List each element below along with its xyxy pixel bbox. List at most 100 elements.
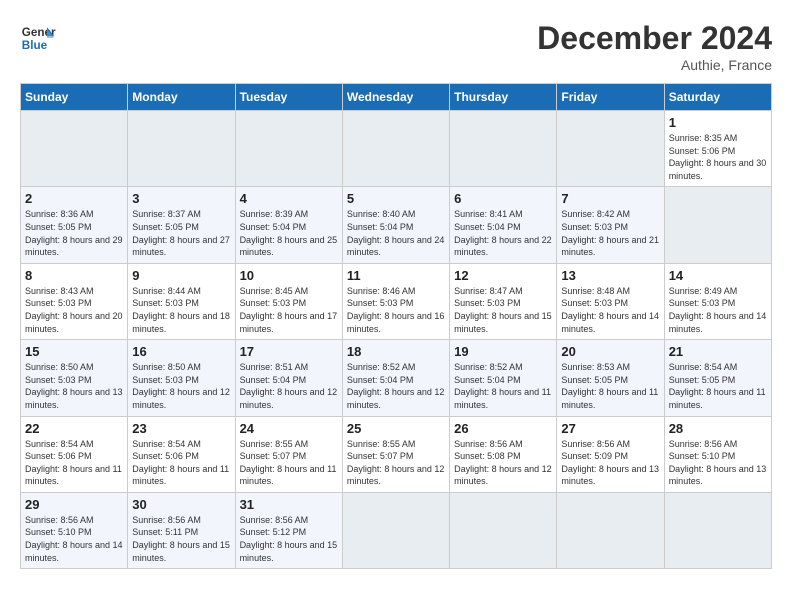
calendar-cell: 3Sunrise: 8:37 AMSunset: 5:05 PMDaylight… bbox=[128, 187, 235, 263]
day-info: Sunrise: 8:54 AMSunset: 5:05 PMDaylight:… bbox=[669, 361, 767, 411]
day-info: Sunrise: 8:56 AMSunset: 5:08 PMDaylight:… bbox=[454, 438, 552, 488]
weekday-header: Saturday bbox=[664, 84, 771, 111]
calendar-week: 2 Sunrise: 8:36 AMSunset: 5:05 PMDaylight… bbox=[21, 187, 772, 263]
day-info: Sunrise: 8:40 AMSunset: 5:04 PMDaylight:… bbox=[347, 208, 445, 258]
day-info: Sunrise: 8:56 AMSunset: 5:11 PMDaylight:… bbox=[132, 514, 230, 564]
calendar-cell: 16 Sunrise: 8:50 AMSunset: 5:03 PMDayligh… bbox=[128, 340, 235, 416]
calendar-header: SundayMondayTuesdayWednesdayThursdayFrid… bbox=[21, 84, 772, 111]
calendar-cell: 21 Sunrise: 8:54 AMSunset: 5:05 PMDayligh… bbox=[664, 340, 771, 416]
calendar-cell bbox=[235, 111, 342, 187]
day-number: 13 bbox=[561, 268, 659, 283]
weekday-header: Friday bbox=[557, 84, 664, 111]
calendar-cell: 18 Sunrise: 8:52 AMSunset: 5:04 PMDayligh… bbox=[342, 340, 449, 416]
day-info: Sunrise: 8:49 AMSunset: 5:03 PMDaylight:… bbox=[669, 285, 767, 335]
day-info: Sunrise: 8:51 AMSunset: 5:04 PMDaylight:… bbox=[240, 361, 338, 411]
calendar-cell: 5 Sunrise: 8:40 AMSunset: 5:04 PMDaylight… bbox=[342, 187, 449, 263]
calendar-cell bbox=[342, 492, 449, 568]
day-number: 12 bbox=[454, 268, 552, 283]
day-info: Sunrise: 8:53 AMSunset: 5:05 PMDaylight:… bbox=[561, 361, 659, 411]
day-info: Sunrise: 8:36 AMSunset: 5:05 PMDaylight:… bbox=[25, 208, 123, 258]
calendar-week: 8 Sunrise: 8:43 AMSunset: 5:03 PMDaylight… bbox=[21, 263, 772, 339]
day-number: 23 bbox=[132, 421, 230, 436]
calendar-cell bbox=[557, 492, 664, 568]
calendar-cell: 25Sunrise: 8:55 AMSunset: 5:07 PMDayligh… bbox=[342, 416, 449, 492]
day-number: 19 bbox=[454, 344, 552, 359]
day-info: Sunrise: 8:56 AMSunset: 5:10 PMDaylight:… bbox=[25, 514, 123, 564]
day-number: 8 bbox=[25, 268, 123, 283]
calendar-cell: 24Sunrise: 8:55 AMSunset: 5:07 PMDayligh… bbox=[235, 416, 342, 492]
day-number: 24 bbox=[240, 421, 338, 436]
day-info: Sunrise: 8:41 AMSunset: 5:04 PMDaylight:… bbox=[454, 208, 552, 258]
calendar-table: SundayMondayTuesdayWednesdayThursdayFrid… bbox=[20, 83, 772, 569]
day-info: Sunrise: 8:50 AMSunset: 5:03 PMDaylight:… bbox=[25, 361, 123, 411]
day-number: 21 bbox=[669, 344, 767, 359]
day-number: 5 bbox=[347, 191, 445, 206]
day-number: 28 bbox=[669, 421, 767, 436]
calendar-cell: 29 Sunrise: 8:56 AMSunset: 5:10 PMDayligh… bbox=[21, 492, 128, 568]
calendar-week: 29 Sunrise: 8:56 AMSunset: 5:10 PMDayligh… bbox=[21, 492, 772, 568]
calendar-cell bbox=[450, 111, 557, 187]
calendar-cell bbox=[450, 492, 557, 568]
calendar-cell bbox=[557, 111, 664, 187]
calendar-cell: 22Sunrise: 8:54 AMSunset: 5:06 PMDayligh… bbox=[21, 416, 128, 492]
day-info: Sunrise: 8:43 AMSunset: 5:03 PMDaylight:… bbox=[25, 285, 123, 335]
day-info: Sunrise: 8:56 AMSunset: 5:09 PMDaylight:… bbox=[561, 438, 659, 488]
day-number: 7 bbox=[561, 191, 659, 206]
calendar-cell: 31 Sunrise: 8:56 AMSunset: 5:12 PMDayligh… bbox=[235, 492, 342, 568]
day-info: Sunrise: 8:55 AMSunset: 5:07 PMDaylight:… bbox=[347, 438, 445, 488]
day-number: 27 bbox=[561, 421, 659, 436]
calendar-cell: 28 Sunrise: 8:56 AMSunset: 5:10 PMDayligh… bbox=[664, 416, 771, 492]
day-number: 10 bbox=[240, 268, 338, 283]
calendar-cell: 30 Sunrise: 8:56 AMSunset: 5:11 PMDayligh… bbox=[128, 492, 235, 568]
day-info: Sunrise: 8:56 AMSunset: 5:12 PMDaylight:… bbox=[240, 514, 338, 564]
day-number: 6 bbox=[454, 191, 552, 206]
calendar-cell bbox=[21, 111, 128, 187]
calendar-cell: 15Sunrise: 8:50 AMSunset: 5:03 PMDayligh… bbox=[21, 340, 128, 416]
day-info: Sunrise: 8:54 AMSunset: 5:06 PMDaylight:… bbox=[132, 438, 230, 488]
calendar-cell: 26 Sunrise: 8:56 AMSunset: 5:08 PMDayligh… bbox=[450, 416, 557, 492]
day-info: Sunrise: 8:46 AMSunset: 5:03 PMDaylight:… bbox=[347, 285, 445, 335]
calendar-cell: 12 Sunrise: 8:47 AMSunset: 5:03 PMDayligh… bbox=[450, 263, 557, 339]
day-number: 1 bbox=[669, 115, 767, 130]
day-info: Sunrise: 8:45 AMSunset: 5:03 PMDaylight:… bbox=[240, 285, 338, 335]
day-info: Sunrise: 8:52 AMSunset: 5:04 PMDaylight:… bbox=[454, 361, 552, 411]
day-number: 29 bbox=[25, 497, 123, 512]
day-number: 14 bbox=[669, 268, 767, 283]
calendar-cell: 14 Sunrise: 8:49 AMSunset: 5:03 PMDayligh… bbox=[664, 263, 771, 339]
day-info: Sunrise: 8:52 AMSunset: 5:04 PMDaylight:… bbox=[347, 361, 445, 411]
day-number: 18 bbox=[347, 344, 445, 359]
calendar-cell bbox=[342, 111, 449, 187]
calendar-cell: 13Sunrise: 8:48 AMSunset: 5:03 PMDayligh… bbox=[557, 263, 664, 339]
day-number: 17 bbox=[240, 344, 338, 359]
weekday-header: Tuesday bbox=[235, 84, 342, 111]
day-info: Sunrise: 8:47 AMSunset: 5:03 PMDaylight:… bbox=[454, 285, 552, 335]
day-number: 16 bbox=[132, 344, 230, 359]
weekday-header: Thursday bbox=[450, 84, 557, 111]
day-number: 30 bbox=[132, 497, 230, 512]
day-number: 20 bbox=[561, 344, 659, 359]
calendar-cell: 2 Sunrise: 8:36 AMSunset: 5:05 PMDaylight… bbox=[21, 187, 128, 263]
day-number: 31 bbox=[240, 497, 338, 512]
day-number: 26 bbox=[454, 421, 552, 436]
day-number: 2 bbox=[25, 191, 123, 206]
calendar-cell: 19 Sunrise: 8:52 AMSunset: 5:04 PMDayligh… bbox=[450, 340, 557, 416]
day-number: 11 bbox=[347, 268, 445, 283]
calendar-cell: 9 Sunrise: 8:44 AMSunset: 5:03 PMDaylight… bbox=[128, 263, 235, 339]
day-info: Sunrise: 8:44 AMSunset: 5:03 PMDaylight:… bbox=[132, 285, 230, 335]
day-info: Sunrise: 8:56 AMSunset: 5:10 PMDaylight:… bbox=[669, 438, 767, 488]
title-block: December 2024 Authie, France bbox=[537, 20, 772, 73]
svg-text:Blue: Blue bbox=[22, 39, 48, 52]
calendar-cell bbox=[664, 187, 771, 263]
day-info: Sunrise: 8:50 AMSunset: 5:03 PMDaylight:… bbox=[132, 361, 230, 411]
calendar-cell: 8 Sunrise: 8:43 AMSunset: 5:03 PMDaylight… bbox=[21, 263, 128, 339]
month-title: December 2024 bbox=[537, 20, 772, 57]
day-info: Sunrise: 8:39 AMSunset: 5:04 PMDaylight:… bbox=[240, 208, 338, 258]
day-info: Sunrise: 8:37 AMSunset: 5:05 PMDaylight:… bbox=[132, 208, 230, 258]
calendar-cell: 20 Sunrise: 8:53 AMSunset: 5:05 PMDayligh… bbox=[557, 340, 664, 416]
logo-icon: General Blue bbox=[20, 20, 56, 56]
logo: General Blue bbox=[20, 20, 56, 56]
calendar-week: 1Sunrise: 8:35 AMSunset: 5:06 PMDaylight… bbox=[21, 111, 772, 187]
weekday-header: Sunday bbox=[21, 84, 128, 111]
day-number: 9 bbox=[132, 268, 230, 283]
weekday-header: Monday bbox=[128, 84, 235, 111]
